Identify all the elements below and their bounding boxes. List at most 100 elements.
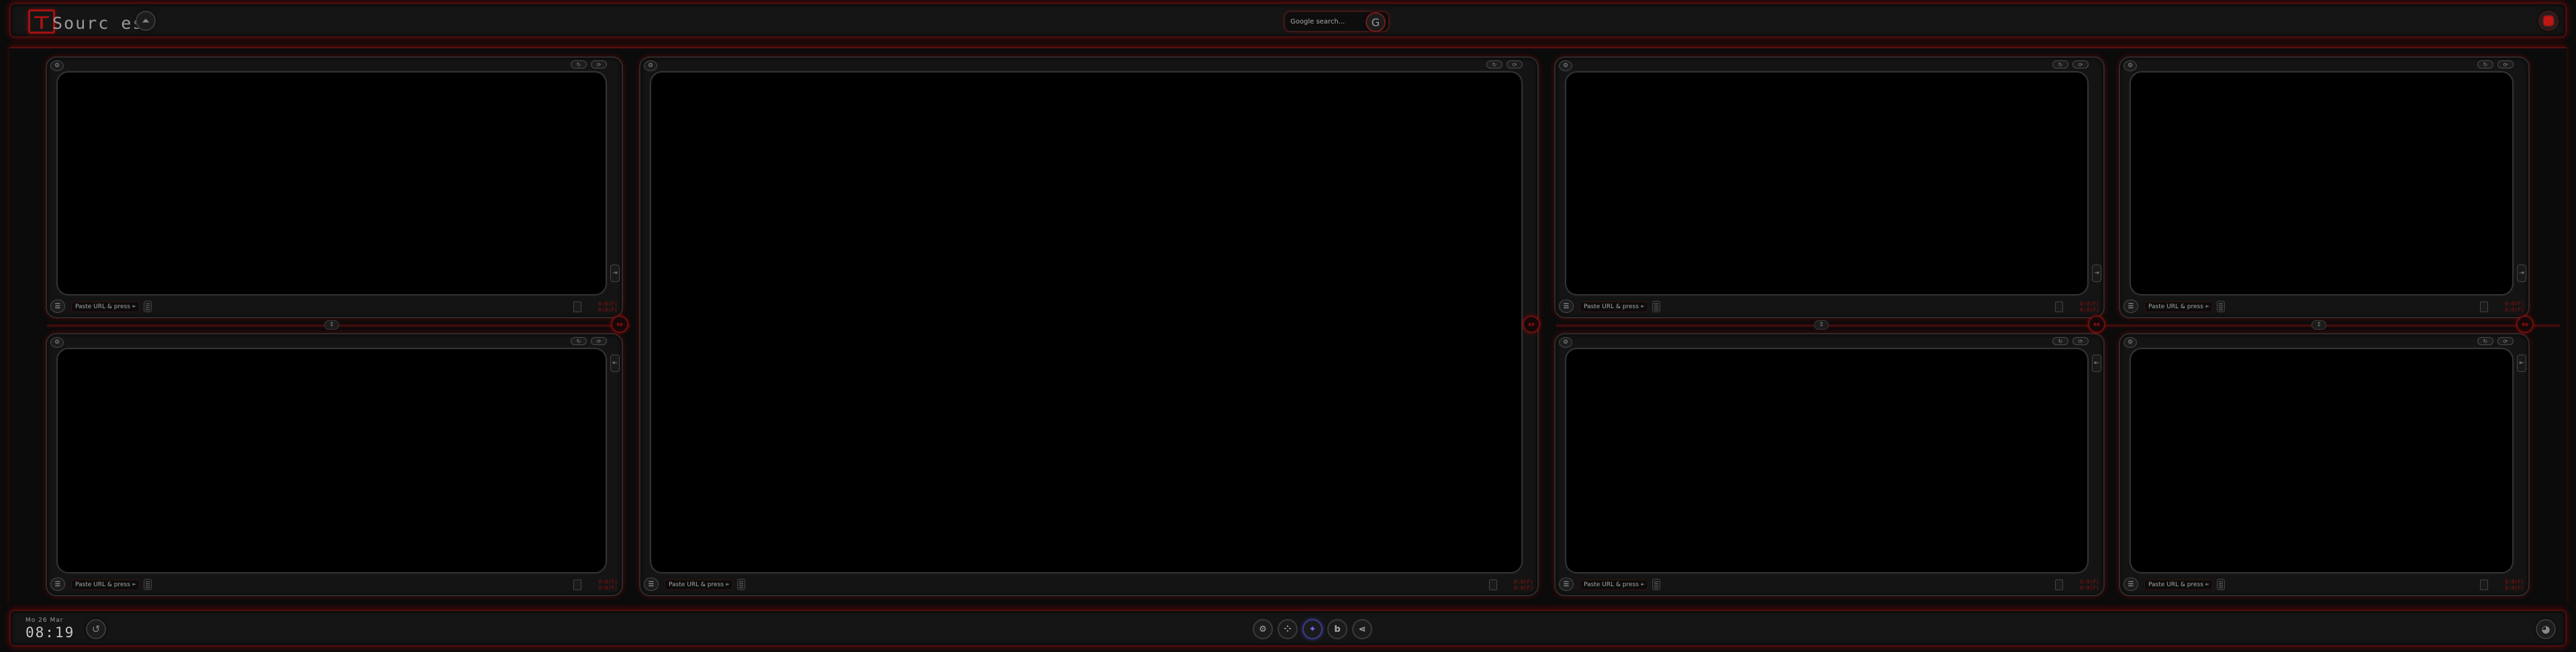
panel-viewport[interactable] [2130, 348, 2514, 573]
clipboard-icon[interactable] [144, 301, 152, 312]
document-icon[interactable] [1489, 579, 1497, 590]
panel-viewport[interactable] [56, 348, 607, 573]
clock: 08:19 [26, 624, 75, 641]
column-resize-handle[interactable]: ⇔ [1523, 316, 1540, 333]
search-bar: G [1284, 11, 1390, 32]
column-resize-handle[interactable]: ⇔ [2516, 316, 2534, 333]
google-icon: G [1371, 15, 1380, 29]
url-input[interactable] [1580, 579, 1648, 590]
url-input[interactable] [71, 579, 140, 590]
clipboard-icon[interactable] [1652, 579, 1660, 590]
date-label: Mo 26 Mar [26, 617, 64, 624]
bing-icon: b [1334, 624, 1341, 635]
side-expand-handle[interactable]: ⇤ [610, 355, 620, 372]
panel-2: ⚙ ↻ ⟳ ⇤ ☰ 0:0(F)0:0(F) [46, 333, 623, 596]
side-expand-handle[interactable]: ⇥ [610, 265, 620, 282]
search-input[interactable] [1290, 17, 1357, 26]
google-search-button[interactable]: G [1366, 12, 1386, 32]
sparkle-icon: ✦ [1308, 624, 1317, 635]
url-input[interactable] [1580, 301, 1648, 312]
reload-toggle[interactable]: ↻ [571, 60, 587, 68]
clipboard-icon[interactable] [144, 579, 152, 590]
column-resize-handle[interactable]: ⇔ [611, 316, 628, 333]
refresh-toggle[interactable]: ⟳ [2497, 60, 2514, 68]
panel-settings-icon[interactable]: ⚙ [1559, 337, 1572, 348]
menu-icon[interactable]: ☰ [1559, 577, 1574, 591]
clipboard-icon[interactable] [2217, 579, 2225, 590]
panel-viewport[interactable] [56, 71, 607, 295]
share-icon: ⋖ [1358, 624, 1366, 635]
share-button[interactable]: ⋖ [1352, 619, 1372, 639]
panel-time-readout: 0:0(F) 0:0(F) [2505, 301, 2524, 313]
analytics-button[interactable]: ⏶ [136, 11, 156, 31]
panel-time-readout: 0:0(F) 0:0(F) [2080, 579, 2099, 591]
refresh-toggle[interactable]: ⟳ [2072, 337, 2089, 345]
url-input[interactable] [2144, 301, 2213, 312]
refresh-toggle[interactable]: ⟳ [591, 337, 607, 345]
side-expand-handle[interactable]: ⇤ [2092, 355, 2101, 372]
settings-button[interactable]: ⚙ [1253, 619, 1273, 639]
panel-settings-icon[interactable]: ⚙ [2124, 337, 2137, 348]
reload-toggle[interactable]: ↻ [2477, 337, 2493, 345]
sparkle-button[interactable]: ✦ [1302, 619, 1323, 639]
url-input[interactable] [71, 301, 140, 312]
panel-settings-icon[interactable]: ⚙ [50, 337, 64, 348]
document-icon[interactable] [573, 579, 581, 590]
url-input[interactable] [2144, 579, 2213, 590]
menu-icon[interactable]: ☰ [2124, 299, 2138, 313]
document-icon[interactable] [2480, 579, 2488, 590]
panel-viewport[interactable] [650, 71, 1523, 573]
reload-toggle[interactable]: ↻ [2477, 60, 2493, 68]
document-icon[interactable] [2480, 301, 2488, 312]
chart-icon: ⏶ [141, 15, 150, 27]
reload-toggle[interactable]: ↻ [1486, 60, 1502, 68]
refresh-toggle[interactable]: ⟳ [2072, 60, 2089, 68]
menu-icon[interactable]: ☰ [644, 577, 659, 591]
app-title: Sourc es [52, 13, 144, 33]
close-button[interactable] [2538, 11, 2559, 31]
history-button[interactable]: ↺ [86, 619, 106, 639]
side-expand-handle[interactable]: ⇥ [2517, 265, 2526, 282]
panel-settings-icon[interactable]: ⚙ [2124, 60, 2137, 71]
refresh-toggle[interactable]: ⟳ [591, 60, 607, 68]
panel-viewport[interactable] [1565, 71, 2089, 295]
bing-button[interactable]: b [1327, 619, 1347, 639]
row-divider-right [1556, 325, 2560, 326]
menu-icon[interactable]: ☰ [50, 577, 65, 591]
panel-viewport[interactable] [1565, 348, 2089, 573]
logo-icon [28, 9, 55, 34]
refresh-toggle[interactable]: ⟳ [1507, 60, 1523, 68]
refresh-toggle[interactable]: ⟳ [2497, 337, 2514, 345]
column-resize-handle[interactable]: ⇔ [2088, 316, 2105, 333]
url-input[interactable] [665, 579, 733, 590]
bottom-bar: Mo 26 Mar 08:19 ↺ ⚙ ⁘ ✦ b ⋖ ◕ [9, 610, 2567, 647]
panel-settings-icon[interactable]: ⚙ [644, 60, 657, 71]
reload-toggle[interactable]: ↻ [2052, 337, 2068, 345]
clipboard-icon[interactable] [737, 579, 745, 590]
panel-viewport[interactable] [2130, 71, 2514, 295]
document-icon[interactable] [2055, 301, 2063, 312]
github-button[interactable]: ◕ [2536, 619, 2556, 639]
menu-icon[interactable]: ☰ [2124, 577, 2138, 591]
reload-toggle[interactable]: ↻ [2052, 60, 2068, 68]
panel-settings-icon[interactable]: ⚙ [1559, 60, 1572, 71]
stop-icon [2544, 16, 2553, 26]
panel-time-readout: 0:0(F) 0:0(F) [2505, 579, 2524, 591]
side-expand-handle[interactable]: ⇤ [2517, 355, 2526, 372]
github-icon: ◕ [2541, 623, 2550, 635]
clipboard-icon[interactable] [2217, 301, 2225, 312]
menu-icon[interactable]: ☰ [1559, 299, 1574, 313]
panel-time-readout: 0:0(F) 0:0(F) [598, 301, 618, 313]
side-expand-handle[interactable]: ⇥ [2092, 265, 2101, 282]
menu-icon[interactable]: ☰ [50, 299, 65, 313]
clipboard-icon[interactable] [1652, 301, 1660, 312]
reload-toggle[interactable]: ↻ [571, 337, 587, 345]
document-icon[interactable] [2055, 579, 2063, 590]
row-resize-handle[interactable]: ⇕ [1814, 320, 1829, 330]
row-resize-handle[interactable]: ⇕ [324, 320, 339, 330]
row-resize-handle[interactable]: ⇕ [2311, 320, 2326, 330]
grid-button[interactable]: ⁘ [1278, 619, 1298, 639]
panel-7: ⚙ ↻ ⟳ ⇤ ☰ 0:0(F)0:0(F) [2119, 333, 2530, 596]
panel-settings-icon[interactable]: ⚙ [50, 60, 64, 71]
document-icon[interactable] [573, 301, 581, 312]
